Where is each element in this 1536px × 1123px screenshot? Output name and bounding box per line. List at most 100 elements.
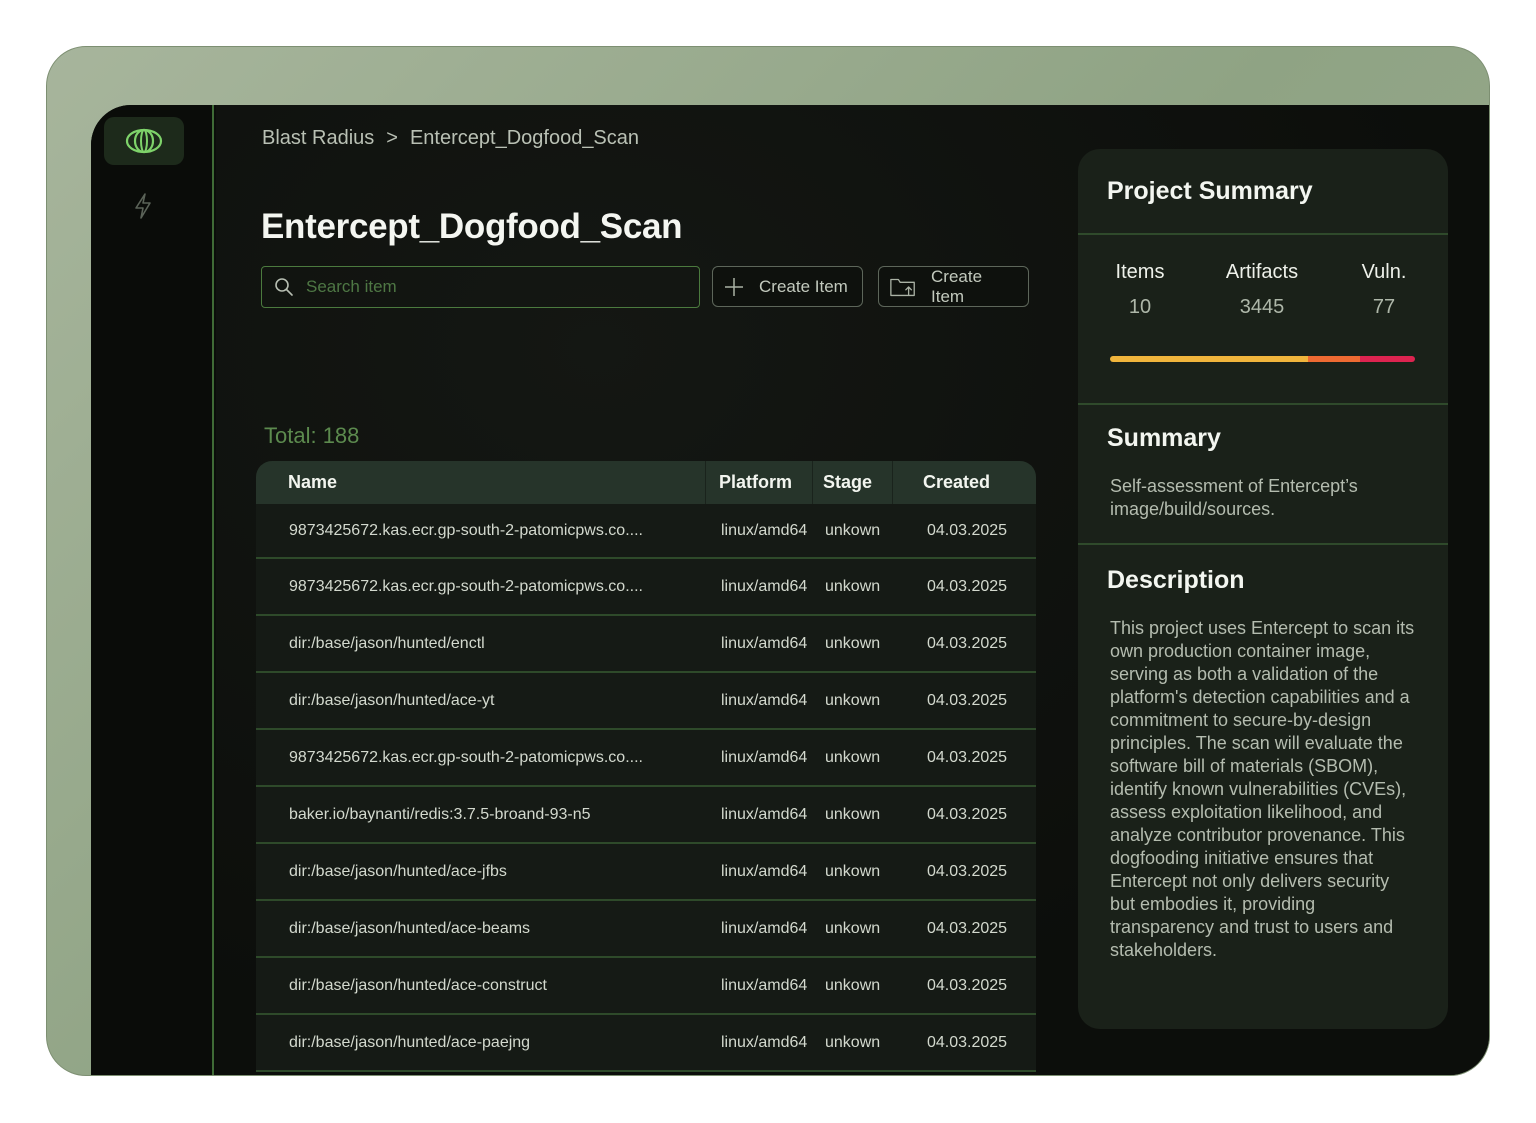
cell-created: 04.03.2025 — [927, 577, 1008, 595]
search-input[interactable] — [306, 277, 686, 297]
app-window: Blast Radius > Entercept_Dogfood_Scan En… — [91, 105, 1489, 1075]
table-row[interactable]: dir:/base/jason/hunted/ace-jfbs linux/amd… — [256, 844, 1036, 901]
cell-name: dir:/base/jason/hunted/ace-construct — [289, 976, 547, 994]
cell-stage: unkown — [825, 521, 881, 539]
table-row[interactable]: baker.io/baynanti/redis:3.7.5-broand-93-… — [256, 787, 1036, 844]
device-frame: Blast Radius > Entercept_Dogfood_Scan En… — [46, 46, 1490, 1076]
cell-created: 04.03.2025 — [927, 1033, 1008, 1051]
severity-segment — [1308, 356, 1361, 362]
table-header: Name Platform Stage Created — [256, 461, 1036, 504]
cell-name: dir:/base/jason/hunted/enctl — [289, 634, 485, 652]
main-content: Blast Radius > Entercept_Dogfood_Scan En… — [216, 105, 1489, 1075]
cell-stage: unkown — [825, 976, 881, 994]
cell-platform: linux/amd64 — [721, 862, 808, 880]
create-item-button[interactable]: Create Item — [712, 266, 863, 307]
severity-bar — [1110, 356, 1415, 362]
cell-platform: linux/amd64 — [721, 577, 808, 595]
stat-label: Artifacts — [1225, 261, 1299, 283]
table-row[interactable]: dir:/base/jason/hunted/enctl linux/amd64 u… — [256, 616, 1036, 673]
cell-stage: unkown — [825, 862, 881, 880]
stat-value: 10 — [1128, 296, 1152, 318]
cell-created: 04.03.2025 — [927, 634, 1008, 652]
summary-title: Summary — [1107, 424, 1221, 452]
cell-platform: linux/amd64 — [721, 634, 808, 652]
stat-value: 3445 — [1239, 296, 1285, 318]
stat-label: Vuln. — [1361, 261, 1407, 283]
breadcrumb-current: Entercept_Dogfood_Scan — [409, 127, 640, 149]
table-row[interactable]: dir:/base/jason/hunted/ace-paejng linux/a… — [256, 1015, 1036, 1072]
cell-created: 04.03.2025 — [927, 748, 1008, 766]
orbit-logo-icon — [125, 128, 163, 154]
breadcrumb-root[interactable]: Blast Radius — [262, 127, 374, 150]
table-row[interactable]: dir:/base/jason/hunted/ace-beams linux/am… — [256, 901, 1036, 958]
cell-name: dir:/base/jason/hunted/ace-yt — [289, 691, 495, 709]
cell-created: 04.03.2025 — [927, 919, 1008, 937]
table-row[interactable]: 9873425672.kas.ecr.gp-south-2-patomicpws… — [256, 559, 1036, 616]
cell-created: 04.03.2025 — [927, 805, 1008, 823]
search-box[interactable] — [261, 266, 700, 308]
description-title: Description — [1107, 566, 1245, 594]
items-table: Name Platform Stage Created 9873425672.k… — [256, 461, 1036, 1072]
project-summary-panel: Project Summary Items 10 Artifacts 3445 … — [1078, 149, 1448, 1029]
create-item-folder-button[interactable]: Create Item — [878, 266, 1029, 307]
cell-platform: linux/amd64 — [721, 691, 808, 709]
cell-stage: unkown — [825, 919, 881, 937]
cell-name: 9873425672.kas.ecr.gp-south-2-patomicpws… — [289, 521, 643, 539]
cell-created: 04.03.2025 — [927, 976, 1008, 994]
description-section: Description This project uses Entercept … — [1078, 545, 1448, 962]
cell-name: dir:/base/jason/hunted/ace-paejng — [289, 1033, 531, 1051]
cell-platform: linux/amd64 — [721, 748, 808, 766]
cell-platform: linux/amd64 — [721, 976, 808, 994]
column-header-name[interactable]: Name — [256, 461, 706, 504]
summary-text: Self-assessment of Entercept’s image/bui… — [1110, 476, 1358, 519]
sidebar-rail — [91, 105, 214, 1075]
project-summary-title: Project Summary — [1078, 149, 1448, 235]
cell-name: 9873425672.kas.ecr.gp-south-2-patomicpws… — [289, 577, 643, 595]
folder-upload-icon — [890, 278, 915, 296]
breadcrumb-separator: > — [386, 127, 398, 149]
stat-vulnerabilities: Vuln. 77 — [1324, 261, 1444, 319]
stat-artifacts: Artifacts 3445 — [1202, 261, 1322, 319]
table-row[interactable]: dir:/base/jason/hunted/ace-construct linu… — [256, 958, 1036, 1015]
search-icon — [275, 278, 293, 296]
plus-icon — [725, 277, 743, 296]
cell-stage: unkown — [825, 577, 881, 595]
create-item-label: Create Item — [759, 276, 848, 296]
create-item-folder-label: Create Item — [931, 266, 983, 306]
severity-segment — [1110, 356, 1309, 362]
column-header-platform[interactable]: Platform — [706, 461, 813, 504]
breadcrumb: Blast Radius > Entercept_Dogfood_Scan — [262, 127, 639, 150]
sidebar-item-lightning[interactable] — [129, 191, 157, 221]
page-title: Entercept_Dogfood_Scan — [261, 207, 683, 246]
cell-platform: linux/amd64 — [721, 919, 808, 937]
stat-label: Items — [1115, 261, 1165, 283]
cell-name: dir:/base/jason/hunted/ace-jfbs — [289, 862, 507, 880]
cell-stage: unkown — [825, 748, 881, 766]
stats-section: Items 10 Artifacts 3445 Vuln. 77 — [1078, 235, 1448, 405]
cell-stage: unkown — [825, 805, 881, 823]
description-text: This project uses Entercept to scan its … — [1110, 618, 1415, 960]
app-logo[interactable] — [104, 117, 184, 165]
table-row[interactable]: 9873425672.kas.ecr.gp-south-2-patomicpws… — [256, 730, 1036, 787]
column-header-stage[interactable]: Stage — [813, 461, 893, 504]
cell-stage: unkown — [825, 634, 881, 652]
summary-section: Summary Self-assessment of Entercept’s i… — [1078, 405, 1448, 545]
cell-platform: linux/amd64 — [721, 521, 808, 539]
stat-value: 77 — [1372, 296, 1396, 318]
cell-name: dir:/base/jason/hunted/ace-beams — [289, 919, 531, 937]
severity-segment — [1360, 356, 1415, 362]
cell-created: 04.03.2025 — [927, 521, 1008, 539]
total-count: Total: 188 — [264, 423, 360, 448]
cell-created: 04.03.2025 — [927, 691, 1008, 709]
lightning-icon — [135, 193, 151, 219]
cell-stage: unkown — [825, 691, 881, 709]
table-row[interactable]: dir:/base/jason/hunted/ace-yt linux/amd64… — [256, 673, 1036, 730]
cell-platform: linux/amd64 — [721, 1033, 808, 1051]
table-row[interactable]: 9873425672.kas.ecr.gp-south-2-patomicpws… — [256, 504, 1036, 559]
cell-name: 9873425672.kas.ecr.gp-south-2-patomicpws… — [289, 748, 643, 766]
cell-platform: linux/amd64 — [721, 805, 808, 823]
column-header-created[interactable]: Created — [893, 461, 1036, 504]
table-body: 9873425672.kas.ecr.gp-south-2-patomicpws… — [256, 504, 1036, 1072]
cell-stage: unkown — [825, 1033, 881, 1051]
cell-created: 04.03.2025 — [927, 862, 1008, 880]
